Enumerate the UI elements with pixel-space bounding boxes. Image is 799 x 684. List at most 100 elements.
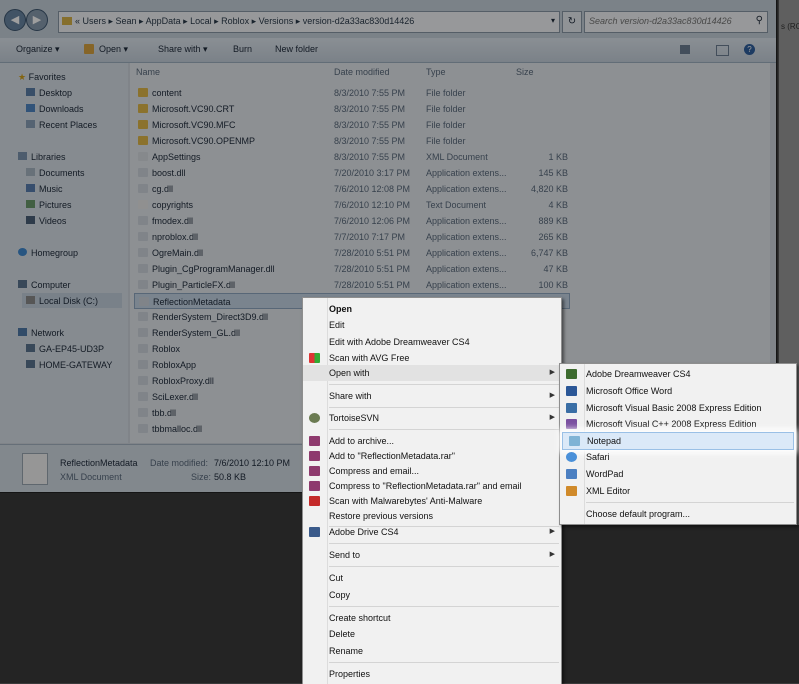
- open-with-notepad[interactable]: Notepad: [562, 432, 794, 450]
- file-name: Microsoft.VC90.MFC: [152, 120, 236, 130]
- file-date: 7/6/2010 12:10 PM: [334, 200, 411, 210]
- menu-delete[interactable]: Delete: [303, 626, 561, 642]
- preview-pane-icon[interactable]: [716, 45, 729, 56]
- file-date: 8/3/2010 7:55 PM: [334, 152, 406, 162]
- menu-separator: [329, 606, 559, 607]
- xml-file-large-icon: [22, 453, 48, 485]
- nav-recent-places[interactable]: Recent Places: [26, 120, 97, 130]
- menu-scan-avg[interactable]: Scan with AVG Free: [303, 350, 561, 366]
- nav-pictures[interactable]: Pictures: [26, 200, 72, 210]
- open-with-dreamweaver[interactable]: Adobe Dreamweaver CS4: [560, 366, 796, 382]
- file-name: SciLexer.dll: [152, 392, 199, 402]
- menu-compress-rar-email[interactable]: Compress to "ReflectionMetadata.rar" and…: [303, 478, 561, 494]
- file-name: tbb.dll: [152, 408, 177, 418]
- menu-copy[interactable]: Copy: [303, 587, 561, 603]
- forward-button[interactable]: ▶: [26, 9, 48, 31]
- file-type: Application extens...: [426, 264, 507, 274]
- open-button[interactable]: Open ▾: [99, 44, 128, 55]
- folder-icon: [138, 88, 148, 97]
- file-name: RobloxApp: [152, 360, 197, 370]
- help-icon[interactable]: ?: [744, 44, 755, 55]
- organize-button[interactable]: Organize ▾: [16, 44, 60, 55]
- open-with-visual-basic[interactable]: Microsoft Visual Basic 2008 Express Edit…: [560, 400, 796, 416]
- file-icon: [138, 360, 148, 369]
- word-icon: [566, 386, 577, 396]
- nav-music[interactable]: Music: [26, 184, 63, 194]
- file-icon: [138, 168, 148, 177]
- menu-open[interactable]: Open: [303, 301, 561, 317]
- menu-open-with[interactable]: Open with ▶: [303, 365, 561, 381]
- menu-create-shortcut[interactable]: Create shortcut: [303, 610, 561, 626]
- file-icon: [138, 312, 148, 321]
- menu-share-with[interactable]: Share with ▶: [303, 388, 561, 404]
- file-date: 8/3/2010 7:55 PM: [334, 88, 406, 98]
- menu-edit[interactable]: Edit: [303, 317, 561, 333]
- submenu-arrow-icon: ▶: [549, 369, 555, 376]
- menu-edit-dreamweaver[interactable]: Edit with Adobe Dreamweaver CS4: [303, 334, 561, 350]
- nav-computer[interactable]: Computer: [18, 280, 71, 290]
- menu-add-to-archive[interactable]: Add to archive...: [303, 433, 561, 449]
- menu-separator: [329, 662, 559, 663]
- file-name: Microsoft.VC90.CRT: [152, 104, 235, 114]
- menu-compress-email[interactable]: Compress and email...: [303, 463, 561, 479]
- nav-local-disk[interactable]: Local Disk (C:): [26, 296, 98, 306]
- menu-scan-malwarebytes[interactable]: Scan with Malwarebytes' Anti-Malware: [303, 493, 561, 509]
- menu-adobe-drive[interactable]: Adobe Drive CS4 ▶: [303, 524, 561, 540]
- burn-button[interactable]: Burn: [233, 44, 252, 54]
- column-type[interactable]: Type: [426, 67, 446, 77]
- nav-libraries[interactable]: Libraries: [18, 152, 66, 162]
- nav-downloads[interactable]: Downloads: [26, 104, 84, 114]
- nav-network[interactable]: Network: [18, 328, 64, 338]
- file-icon: [138, 264, 148, 273]
- open-with-wordpad[interactable]: WordPad: [560, 466, 796, 482]
- column-name[interactable]: Name: [136, 67, 160, 77]
- address-field[interactable]: « Users ▸ Sean ▸ AppData ▸ Local ▸ Roblo…: [58, 11, 560, 33]
- folder-icon: [138, 120, 148, 129]
- menu-add-to-rar[interactable]: Add to "ReflectionMetadata.rar": [303, 448, 561, 464]
- file-size: 1 KB: [548, 152, 568, 162]
- nav-home-gateway[interactable]: HOME-GATEWAY: [26, 360, 112, 370]
- menu-cut[interactable]: Cut: [303, 570, 561, 586]
- menu-restore-previous[interactable]: Restore previous versions: [303, 508, 561, 524]
- nav-documents[interactable]: Documents: [26, 168, 85, 178]
- file-icon: [138, 216, 148, 225]
- file-date: 7/7/2010 7:17 PM: [334, 232, 406, 242]
- menu-tortoisesvn[interactable]: TortoiseSVN ▶: [303, 410, 561, 426]
- file-name: Plugin_CgProgramManager.dll: [152, 264, 275, 274]
- search-box[interactable]: ⚲: [584, 11, 768, 33]
- file-icon: [138, 328, 148, 337]
- refresh-button[interactable]: ↻: [562, 11, 582, 33]
- back-button[interactable]: ◀: [4, 9, 26, 31]
- new-folder-button[interactable]: New folder: [275, 44, 318, 54]
- nav-ga-ep45[interactable]: GA-EP45-UD3P: [26, 344, 104, 354]
- file-icon: [138, 376, 148, 385]
- file-size: 889 KB: [538, 216, 568, 226]
- open-with-xml-editor[interactable]: XML Editor: [560, 483, 796, 499]
- file-icon: [138, 200, 148, 209]
- menu-separator: [329, 566, 559, 567]
- choose-default-program[interactable]: Choose default program...: [560, 506, 796, 522]
- open-with-word[interactable]: Microsoft Office Word: [560, 383, 796, 399]
- folder-icon: [138, 104, 148, 113]
- share-with-button[interactable]: Share with ▾: [158, 44, 208, 55]
- menu-properties[interactable]: Properties: [303, 666, 561, 682]
- nav-desktop[interactable]: Desktop: [26, 88, 72, 98]
- search-icon[interactable]: ⚲: [756, 15, 763, 26]
- search-input[interactable]: [585, 12, 753, 30]
- file-type: XML Document: [426, 152, 488, 162]
- column-date-modified[interactable]: Date modified: [334, 67, 390, 77]
- nav-homegroup[interactable]: Homegroup: [18, 248, 78, 258]
- submenu-arrow-icon: ▶: [549, 392, 555, 399]
- views-icon[interactable]: [680, 45, 690, 54]
- open-with-visual-cpp[interactable]: Microsoft Visual C++ 2008 Express Editio…: [560, 416, 796, 432]
- nav-videos[interactable]: Videos: [26, 216, 66, 226]
- menu-rename[interactable]: Rename: [303, 643, 561, 659]
- file-name: tbbmalloc.dll: [152, 424, 203, 434]
- submenu-arrow-icon: ▶: [549, 528, 555, 535]
- open-with-safari[interactable]: Safari: [560, 449, 796, 465]
- nav-favorites[interactable]: ★ Favorites: [18, 72, 66, 83]
- menu-send-to[interactable]: Send to ▶: [303, 547, 561, 563]
- column-size[interactable]: Size: [516, 67, 534, 77]
- address-dropdown-icon[interactable]: ▾: [551, 16, 555, 25]
- file-date: 7/6/2010 12:08 PM: [334, 184, 411, 194]
